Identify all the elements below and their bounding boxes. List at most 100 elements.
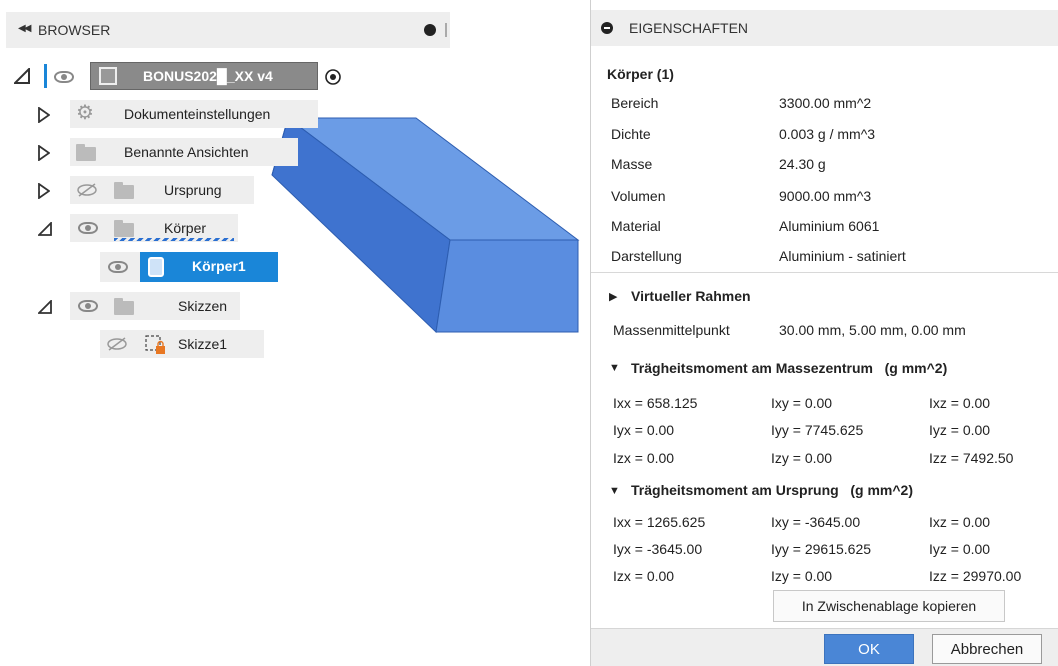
browser-title: BROWSER: [38, 22, 111, 38]
inertia-cell: Izy = 0.00: [771, 568, 833, 584]
prop-value: 9000.00 mm^3: [779, 188, 872, 204]
sketches-box[interactable]: Skizzen: [70, 292, 240, 320]
prop-value: 0.003 g / mm^3: [779, 126, 876, 142]
inertia-cell: Izz = 29970.00: [929, 568, 1022, 584]
body1-selected[interactable]: Körper1: [140, 252, 278, 282]
collapsed-triangle-icon[interactable]: [38, 183, 50, 199]
body-icon: [148, 257, 164, 277]
cancel-button[interactable]: Abbrechen: [932, 634, 1042, 664]
expanded-triangle-icon[interactable]: [14, 68, 30, 84]
inertia-origin-heading[interactable]: Trägheitsmoment am Ursprung (g mm^2): [631, 482, 913, 498]
inertia-cell: Iyy = 29615.625: [771, 541, 872, 557]
sketches-label: Skizzen: [178, 298, 228, 314]
copy-to-clipboard-button[interactable]: In Zwischenablage kopieren: [773, 590, 1005, 622]
collapse-panel-icon[interactable]: ◀◀: [18, 23, 31, 34]
prop-value: 24.30 g: [779, 156, 826, 172]
collapse-arrow-icon[interactable]: ▼: [609, 485, 620, 497]
expanded-triangle-icon[interactable]: [38, 300, 52, 314]
properties-panel: EIGENSCHAFTEN Körper (1) Bereich 3300.00…: [590, 0, 1058, 666]
inertia-cell: Izx = 0.00: [613, 568, 675, 584]
properties-title: EIGENSCHAFTEN: [629, 20, 749, 36]
mass-center-value: 30.00 mm, 5.00 mm, 0.00 mm: [779, 322, 966, 338]
browser-item-document-settings[interactable]: ⚙ Dokumenteinstellungen: [0, 100, 330, 130]
collapse-arrow-icon[interactable]: ▼: [609, 362, 620, 374]
origin-label: Ursprung: [164, 182, 222, 198]
inertia-cell: Ixy = -3645.00: [771, 514, 861, 530]
virtual-frame-heading[interactable]: Virtueller Rahmen: [631, 288, 751, 304]
prop-value: Aluminium 6061: [779, 218, 880, 234]
browser-item-sketch1[interactable]: Skizze1: [0, 330, 270, 360]
visibility-eye-icon[interactable]: [108, 261, 128, 273]
inertia-cell: Iyx = 0.00: [613, 422, 675, 438]
ok-button[interactable]: OK: [824, 634, 914, 664]
expand-arrow-icon[interactable]: ▶: [609, 290, 617, 303]
folder-icon: [76, 144, 96, 161]
inertia-cell: Iyx = -3645.00: [613, 541, 703, 557]
prop-label: Material: [611, 218, 661, 234]
browser-root-row[interactable]: BONUS202█_XX v4: [0, 60, 360, 90]
prop-label: Bereich: [611, 95, 659, 111]
browser-item-bodies[interactable]: Körper: [0, 214, 260, 244]
inertia-cell: Iyz = 0.00: [929, 541, 991, 557]
expanded-triangle-icon[interactable]: [38, 222, 52, 236]
document-settings-label: Dokumenteinstellungen: [124, 106, 271, 122]
named-views-label: Benannte Ansichten: [124, 144, 249, 160]
prop-label: Volumen: [611, 188, 666, 204]
browser-item-sketches[interactable]: Skizzen: [0, 292, 260, 322]
named-views-box[interactable]: Benannte Ansichten: [70, 138, 298, 166]
browser-item-origin[interactable]: Ursprung: [0, 176, 260, 206]
inertia-cell: Ixy = 0.00: [771, 395, 833, 411]
prop-value: Aluminium - satiniert: [779, 248, 906, 264]
body-front-face: [435, 239, 579, 333]
body1-label: Körper1: [192, 258, 246, 274]
inertia-cell: Izz = 7492.50: [929, 450, 1014, 466]
inertia-cell: Ixx = 1265.625: [613, 514, 706, 530]
browser-item-named-views[interactable]: Benannte Ansichten: [0, 138, 310, 168]
inertia-cell: Ixz = 0.00: [929, 514, 991, 530]
visibility-eye-icon[interactable]: [78, 300, 98, 312]
folder-icon: [114, 182, 134, 199]
inertia-cell: Ixx = 658.125: [613, 395, 698, 411]
sketch1-box[interactable]: Skizze1: [100, 330, 264, 358]
pin-icon[interactable]: [424, 24, 436, 36]
visibility-eye-icon[interactable]: [54, 71, 74, 83]
body1-box[interactable]: Körper1: [100, 252, 278, 282]
inertia-center-heading[interactable]: Trägheitsmoment am Massezentrum (g mm^2): [631, 360, 947, 376]
dialog-footer: OK Abbrechen: [591, 628, 1058, 666]
panel-grip-icon[interactable]: [445, 23, 447, 37]
body-3d-view[interactable]: [0, 0, 600, 340]
inertia-cell: Izy = 0.00: [771, 450, 833, 466]
inertia-cell: Izx = 0.00: [613, 450, 675, 466]
prop-label: Masse: [611, 156, 653, 172]
collapsed-triangle-icon[interactable]: [38, 145, 50, 161]
prop-label: Darstellung: [611, 248, 682, 264]
root-label: BONUS202█_XX v4: [143, 68, 273, 84]
hidden-eye-icon[interactable]: [76, 183, 98, 197]
root-node-box[interactable]: BONUS202█_XX v4: [90, 62, 318, 90]
warning-underline: [114, 238, 234, 241]
sketch1-label: Skizze1: [178, 336, 228, 352]
activate-radio-icon[interactable]: [324, 68, 342, 86]
inertia-cell: Ixz = 0.00: [929, 395, 991, 411]
hidden-eye-icon[interactable]: [106, 337, 128, 351]
collapsed-triangle-icon[interactable]: [38, 107, 50, 123]
active-indicator: [44, 64, 47, 88]
body-heading: Körper (1): [607, 66, 674, 82]
document-settings-box[interactable]: ⚙ Dokumenteinstellungen: [70, 100, 318, 128]
prop-label: Dichte: [611, 126, 651, 142]
component-icon: [99, 67, 117, 85]
collapse-icon[interactable]: [601, 22, 613, 34]
sketch-lock-icon: [145, 335, 165, 354]
bodies-label: Körper: [164, 220, 207, 236]
bodies-box[interactable]: Körper: [70, 214, 238, 242]
browser-item-body1[interactable]: Körper1: [0, 252, 290, 284]
prop-value: 3300.00 mm^2: [779, 95, 872, 111]
visibility-eye-icon[interactable]: [78, 222, 98, 234]
folder-icon: [114, 220, 134, 237]
gear-icon: ⚙: [76, 102, 94, 124]
browser-header: ◀◀ BROWSER: [6, 12, 450, 48]
folder-icon: [114, 298, 134, 315]
inertia-cell: Iyy = 7745.625: [771, 422, 864, 438]
inertia-cell: Iyz = 0.00: [929, 422, 991, 438]
origin-box[interactable]: Ursprung: [70, 176, 254, 204]
